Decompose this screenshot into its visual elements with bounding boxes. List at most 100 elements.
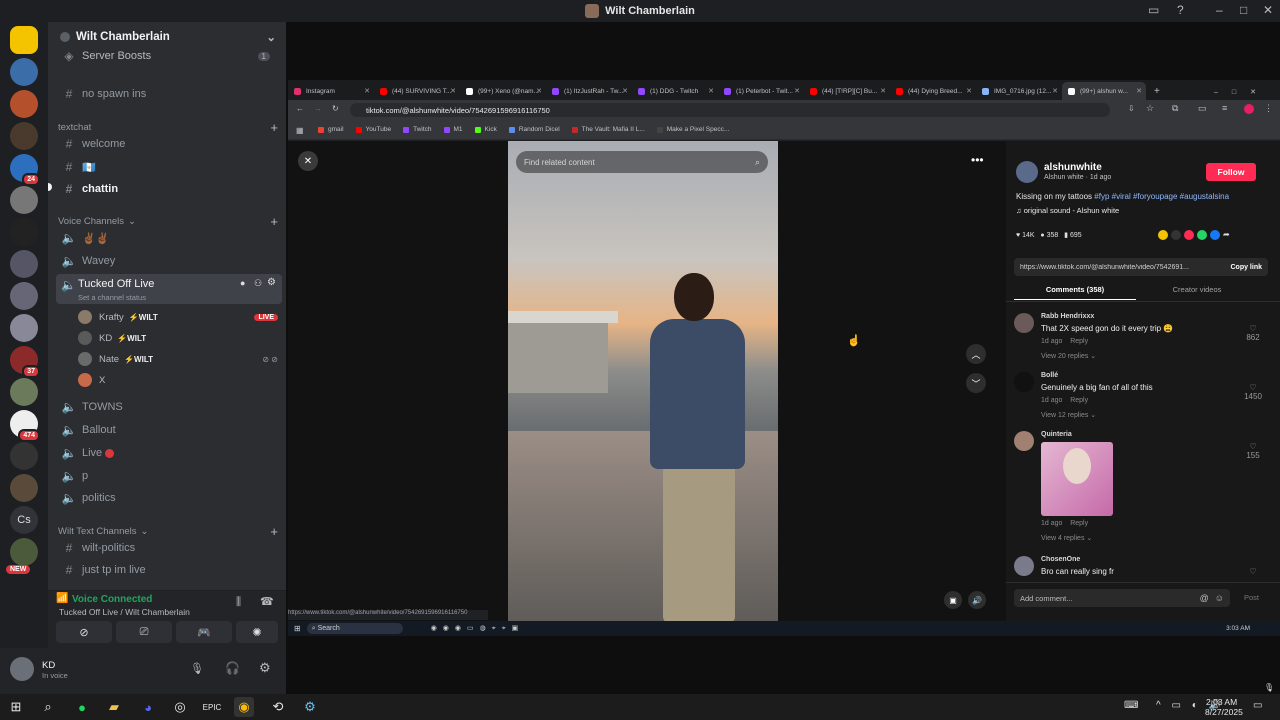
browser-tab-active[interactable]: (99+) alshun w... ✕: [1062, 82, 1146, 100]
reply-link[interactable]: Reply: [1070, 397, 1088, 404]
commenter-avatar[interactable]: [1014, 556, 1034, 576]
server-icon[interactable]: [10, 122, 38, 150]
chrome-icon[interactable]: ◉: [234, 697, 254, 717]
commenter-avatar[interactable]: [1014, 372, 1034, 392]
reply-link[interactable]: Reply: [1070, 520, 1088, 527]
browser-tab[interactable]: (1) DDG - Twitch ✕: [632, 82, 718, 100]
user-settings-icon[interactable]: ⚙: [259, 660, 271, 676]
more-options-icon[interactable]: •••: [971, 153, 984, 167]
tab-close-icon[interactable]: ✕: [450, 87, 456, 95]
chevron-down-icon[interactable]: ⌄: [266, 30, 276, 44]
server-icon[interactable]: 24: [10, 154, 40, 186]
maximize-icon[interactable]: □: [1240, 3, 1247, 17]
noise-suppression-icon[interactable]: ⫼: [236, 596, 241, 609]
channel-wilt-politics[interactable]: # wilt-politics: [56, 537, 278, 559]
tab-close-icon[interactable]: ✕: [622, 87, 628, 95]
tab-close-icon[interactable]: ✕: [1136, 87, 1142, 95]
find-related-search[interactable]: Find related content ⌕: [516, 151, 768, 173]
minimize-icon[interactable]: –: [1216, 3, 1223, 17]
capcut-icon[interactable]: ⟲: [268, 697, 288, 717]
follow-button[interactable]: Follow: [1206, 163, 1256, 181]
tab-close-icon[interactable]: ✕: [966, 87, 972, 95]
tab-comments[interactable]: Comments (358): [1014, 285, 1136, 300]
server-icon[interactable]: 474: [10, 410, 40, 442]
steam-icon[interactable]: ⚙: [300, 697, 320, 717]
reply-link[interactable]: Reply: [1070, 338, 1088, 345]
channel-chattin[interactable]: # chattin: [56, 178, 278, 200]
comment-like[interactable]: ♡ 1450: [1242, 383, 1264, 401]
channel-just-tp[interactable]: # just tp im live: [56, 559, 278, 581]
back-icon[interactable]: ←: [296, 104, 304, 113]
reload-icon[interactable]: ↻: [332, 104, 339, 113]
voice-user[interactable]: X: [78, 370, 278, 390]
add-comment-input[interactable]: Add comment... @ ☺: [1014, 589, 1230, 607]
video-link-field[interactable]: https://www.tiktok.com/@alshunwhite/vide…: [1014, 258, 1268, 276]
server-boosts-item[interactable]: ◈ Server Boosts 1: [56, 45, 278, 67]
comment-like[interactable]: ♡: [1242, 567, 1264, 576]
discord-icon[interactable]: ◕: [138, 697, 158, 717]
commenter-name[interactable]: Rabb Hendrixxx: [1041, 313, 1094, 320]
voice-channel-towns[interactable]: 🔈 TOWNS: [56, 396, 278, 418]
commenter-name[interactable]: ChosenOne: [1041, 556, 1080, 563]
voice-channel-wavey[interactable]: 🔈 Wavey: [56, 250, 278, 272]
voice-channel-ballout[interactable]: 🔈 Ballout: [56, 419, 278, 441]
channel-flag[interactable]: # 🇬🇹: [56, 156, 278, 178]
search-icon[interactable]: ⌕: [755, 157, 760, 168]
voice-channel-tucked-off-live[interactable]: 🔈 Tucked Off Live Set a channel status ●…: [56, 274, 282, 304]
taskbar-app-icons[interactable]: ◉◉◉▭◍⌖⌖▣: [431, 624, 525, 633]
forward-icon[interactable]: →: [314, 104, 322, 113]
commenter-avatar[interactable]: [1014, 313, 1034, 333]
bookmark-item[interactable]: YouTube: [355, 126, 391, 133]
extensions-icon[interactable]: ⧉: [1172, 103, 1178, 114]
bookmark-item[interactable]: M1: [443, 126, 463, 133]
disconnect-icon[interactable]: ☎: [260, 595, 274, 608]
search-icon[interactable]: ⌕: [38, 697, 58, 717]
browser-tab[interactable]: (1) ItzJustRah - Tw... ✕: [546, 82, 632, 100]
browser-tab[interactable]: Instagram ✕: [288, 82, 374, 100]
caption-hashtags[interactable]: #fyp #viral #foryoupage #augustalsina: [1094, 192, 1229, 201]
post-button[interactable]: Post: [1244, 593, 1259, 602]
new-tab-icon[interactable]: +: [1154, 86, 1160, 97]
server-icon[interactable]: 37: [10, 346, 40, 378]
bookmark-star-icon[interactable]: ☆: [1146, 103, 1154, 114]
taskbar-search[interactable]: ⌕ Search: [306, 623, 403, 634]
server-icon[interactable]: [10, 538, 38, 566]
soundboard-button[interactable]: ✺: [236, 621, 278, 643]
view-replies[interactable]: View 4 replies ⌄: [1041, 534, 1092, 542]
server-icon[interactable]: [10, 442, 38, 470]
share-arrow-icon[interactable]: ➦: [1223, 230, 1230, 240]
window-controls[interactable]: –□✕: [1214, 88, 1270, 96]
previous-video-button[interactable]: ︿: [966, 344, 986, 364]
start-icon[interactable]: ⊞: [294, 624, 301, 633]
chat-icon[interactable]: ●: [240, 278, 245, 288]
close-window-icon[interactable]: ✕: [1263, 3, 1273, 17]
voice-channel-politics[interactable]: 🔈 politics: [56, 487, 278, 509]
settings-gear-icon[interactable]: ⚙: [267, 277, 276, 288]
tab-close-icon[interactable]: ✕: [1052, 87, 1058, 95]
install-icon[interactable]: ⇩: [1128, 104, 1135, 113]
sidepanel-icon[interactable]: ▭: [1198, 103, 1207, 114]
browser-tab[interactable]: (1) Peterbot - Twit... ✕: [718, 82, 804, 100]
avatar[interactable]: [10, 657, 34, 681]
taskbar-time[interactable]: 2:03 AM: [1206, 697, 1237, 707]
profile-avatar-icon[interactable]: [1244, 104, 1254, 114]
camera-off-button[interactable]: ⊘: [56, 621, 112, 643]
tab-close-icon[interactable]: ✕: [880, 87, 886, 95]
facebook-icon[interactable]: [1210, 230, 1220, 240]
tab-close-icon[interactable]: ✕: [536, 87, 542, 95]
browser-tab[interactable]: (44) [T!RP][C] Bu... ✕: [804, 82, 890, 100]
channel-no-spawn[interactable]: # no spawn ins: [56, 83, 278, 105]
url-field[interactable]: tiktok.com/@alshunwhite/video/7542691596…: [350, 103, 1110, 117]
server-icon[interactable]: [10, 282, 38, 310]
server-icon[interactable]: [10, 250, 38, 278]
bookmark-item[interactable]: gmail: [318, 126, 344, 133]
view-replies[interactable]: View 12 replies ⌄: [1041, 411, 1096, 419]
commenter-name[interactable]: Quinteria: [1041, 431, 1072, 438]
channel-welcome[interactable]: # welcome: [56, 133, 278, 155]
bookmark-item[interactable]: Make a Pixel Specc...: [656, 126, 729, 133]
voice-user[interactable]: Nate ⚡WILT ⊘ ⊘: [78, 349, 278, 369]
server-icon[interactable]: [10, 186, 38, 214]
bookmark-item[interactable]: Twitch: [403, 126, 432, 133]
server-icon[interactable]: [10, 378, 38, 406]
whatsapp-icon[interactable]: [1197, 230, 1207, 240]
